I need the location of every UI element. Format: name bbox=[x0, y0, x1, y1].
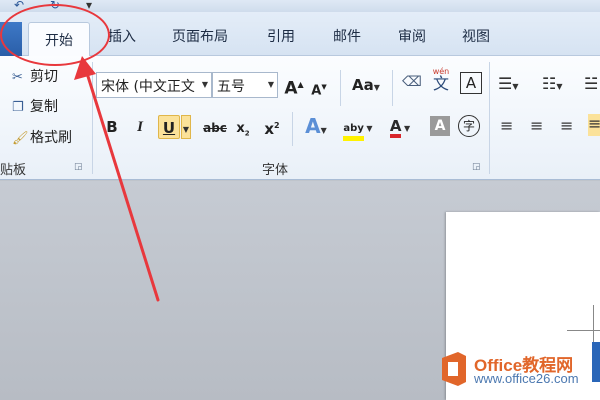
watermark: Office教程网 www.office26.com bbox=[438, 348, 598, 396]
watermark-url: www.office26.com bbox=[474, 371, 579, 386]
annotation-arrow bbox=[74, 56, 160, 302]
office-logo-icon bbox=[442, 352, 466, 386]
